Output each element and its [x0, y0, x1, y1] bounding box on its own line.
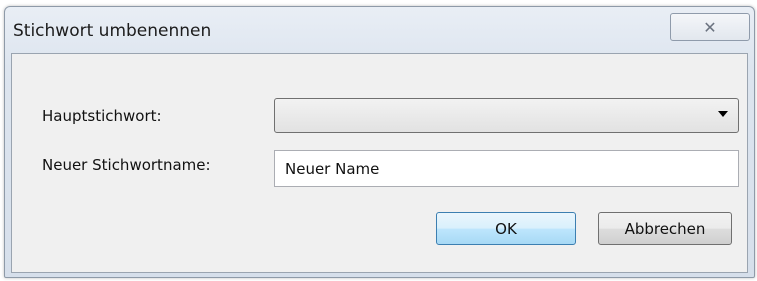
dialog-content: Hauptstichwort: Neuer Stichwortname: OK …: [11, 53, 748, 273]
close-button[interactable]: ✕: [670, 13, 750, 41]
new-keyword-name-input[interactable]: [274, 150, 739, 187]
chevron-down-icon: [718, 111, 728, 117]
close-icon: ✕: [703, 17, 717, 37]
main-keyword-dropdown[interactable]: [274, 98, 739, 133]
new-keyword-name-label: Neuer Stichwortname:: [42, 156, 211, 174]
rename-keyword-dialog: Stichwort umbenennen ✕ Hauptstichwort: N…: [4, 6, 755, 278]
main-keyword-label: Hauptstichwort:: [42, 107, 162, 125]
cancel-button[interactable]: Abbrechen: [598, 212, 732, 245]
ok-button[interactable]: OK: [436, 212, 576, 245]
title-bar[interactable]: Stichwort umbenennen ✕: [5, 7, 754, 51]
dialog-title: Stichwort umbenennen: [13, 21, 212, 41]
